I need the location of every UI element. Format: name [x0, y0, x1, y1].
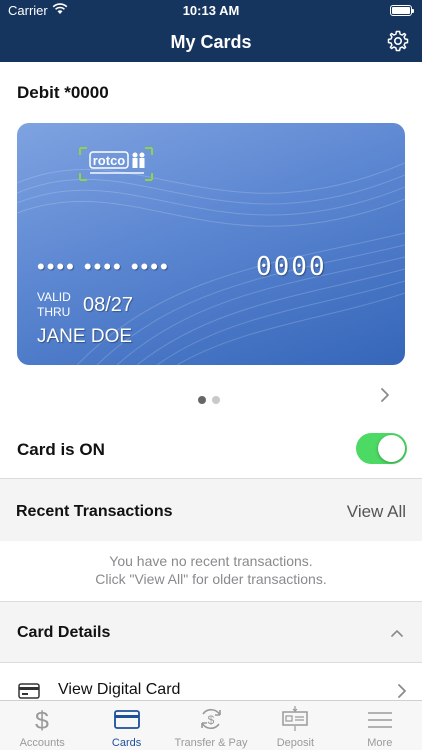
- card-status-row: Card is ON: [0, 430, 422, 470]
- chevron-right-icon: [398, 684, 406, 698]
- empty-message-line1: You have no recent transactions.: [109, 553, 313, 569]
- card-icon: [113, 710, 140, 729]
- transfer-icon: $: [201, 708, 221, 730]
- tab-accounts[interactable]: $ Accounts: [0, 701, 84, 750]
- card-details-header[interactable]: Card Details: [0, 601, 422, 663]
- status-bar: Carrier 10:13 AM: [0, 0, 422, 22]
- valid-thru-label: VALID THRU: [37, 290, 71, 320]
- pager-dot-2[interactable]: [212, 396, 220, 404]
- tab-transfer-pay[interactable]: $ Transfer & Pay: [169, 701, 253, 750]
- card-number-masked: •••• •••• ••••: [37, 254, 170, 279]
- chevron-right-icon[interactable]: [378, 386, 392, 404]
- empty-message-line2: Click "View All" for older transactions.: [95, 571, 327, 587]
- tab-cards-label: Cards: [111, 737, 142, 749]
- chevron-up-icon[interactable]: [390, 627, 404, 639]
- view-digital-card-row[interactable]: View Digital Card: [0, 663, 422, 701]
- battery-icon: [390, 5, 414, 16]
- menu-icon: [367, 712, 392, 728]
- card-number-last-four: 0000: [256, 252, 327, 282]
- dollar-icon: $: [35, 707, 49, 733]
- svg-text:$: $: [208, 713, 215, 727]
- cardholder-name: JANE DOE: [37, 326, 133, 347]
- tab-deposit-label: Deposit: [276, 737, 315, 749]
- tab-deposit[interactable]: Deposit: [253, 701, 337, 750]
- credit-union-logo: rotco: [79, 147, 153, 181]
- recent-transactions-title: Recent Transactions: [16, 503, 173, 520]
- card-name-heading: Debit *0000: [17, 83, 109, 102]
- toggle-knob: [378, 435, 405, 462]
- card-pager[interactable]: [198, 391, 226, 409]
- tab-bar: $ Accounts Cards $ Transfer & Pay Deposi…: [0, 700, 422, 750]
- gear-icon[interactable]: [386, 29, 410, 53]
- pager-dot-1[interactable]: [198, 396, 206, 404]
- card-details-title: Card Details: [17, 624, 111, 641]
- navigation-header: Carrier 10:13 AM My Cards: [0, 0, 422, 62]
- card-expiry: 08/27: [83, 294, 134, 316]
- status-time: 10:13 AM: [182, 3, 240, 18]
- tab-more[interactable]: More: [338, 701, 422, 750]
- view-all-link[interactable]: View All: [347, 502, 406, 522]
- recent-transactions-header: Recent Transactions View All: [0, 478, 422, 541]
- credit-card-icon: [18, 683, 40, 699]
- tab-accounts-label: Accounts: [19, 737, 65, 749]
- tab-cards[interactable]: Cards: [84, 701, 168, 750]
- page-title: My Cards: [170, 32, 252, 52]
- check-deposit-icon: [282, 706, 309, 731]
- card-on-toggle[interactable]: [356, 433, 407, 464]
- logo-text: rotco: [93, 153, 126, 168]
- valid-thru-line1: VALID: [37, 290, 71, 304]
- tab-more-label: More: [367, 737, 393, 749]
- svg-text:$: $: [35, 707, 49, 733]
- view-digital-card-label: View Digital Card: [58, 681, 181, 698]
- card-status-label: Card is ON: [17, 440, 105, 459]
- tab-transfer-pay-label: Transfer & Pay: [174, 737, 248, 749]
- empty-transactions-message: You have no recent transactions. Click "…: [0, 552, 422, 588]
- valid-thru-line2: THRU: [37, 305, 71, 319]
